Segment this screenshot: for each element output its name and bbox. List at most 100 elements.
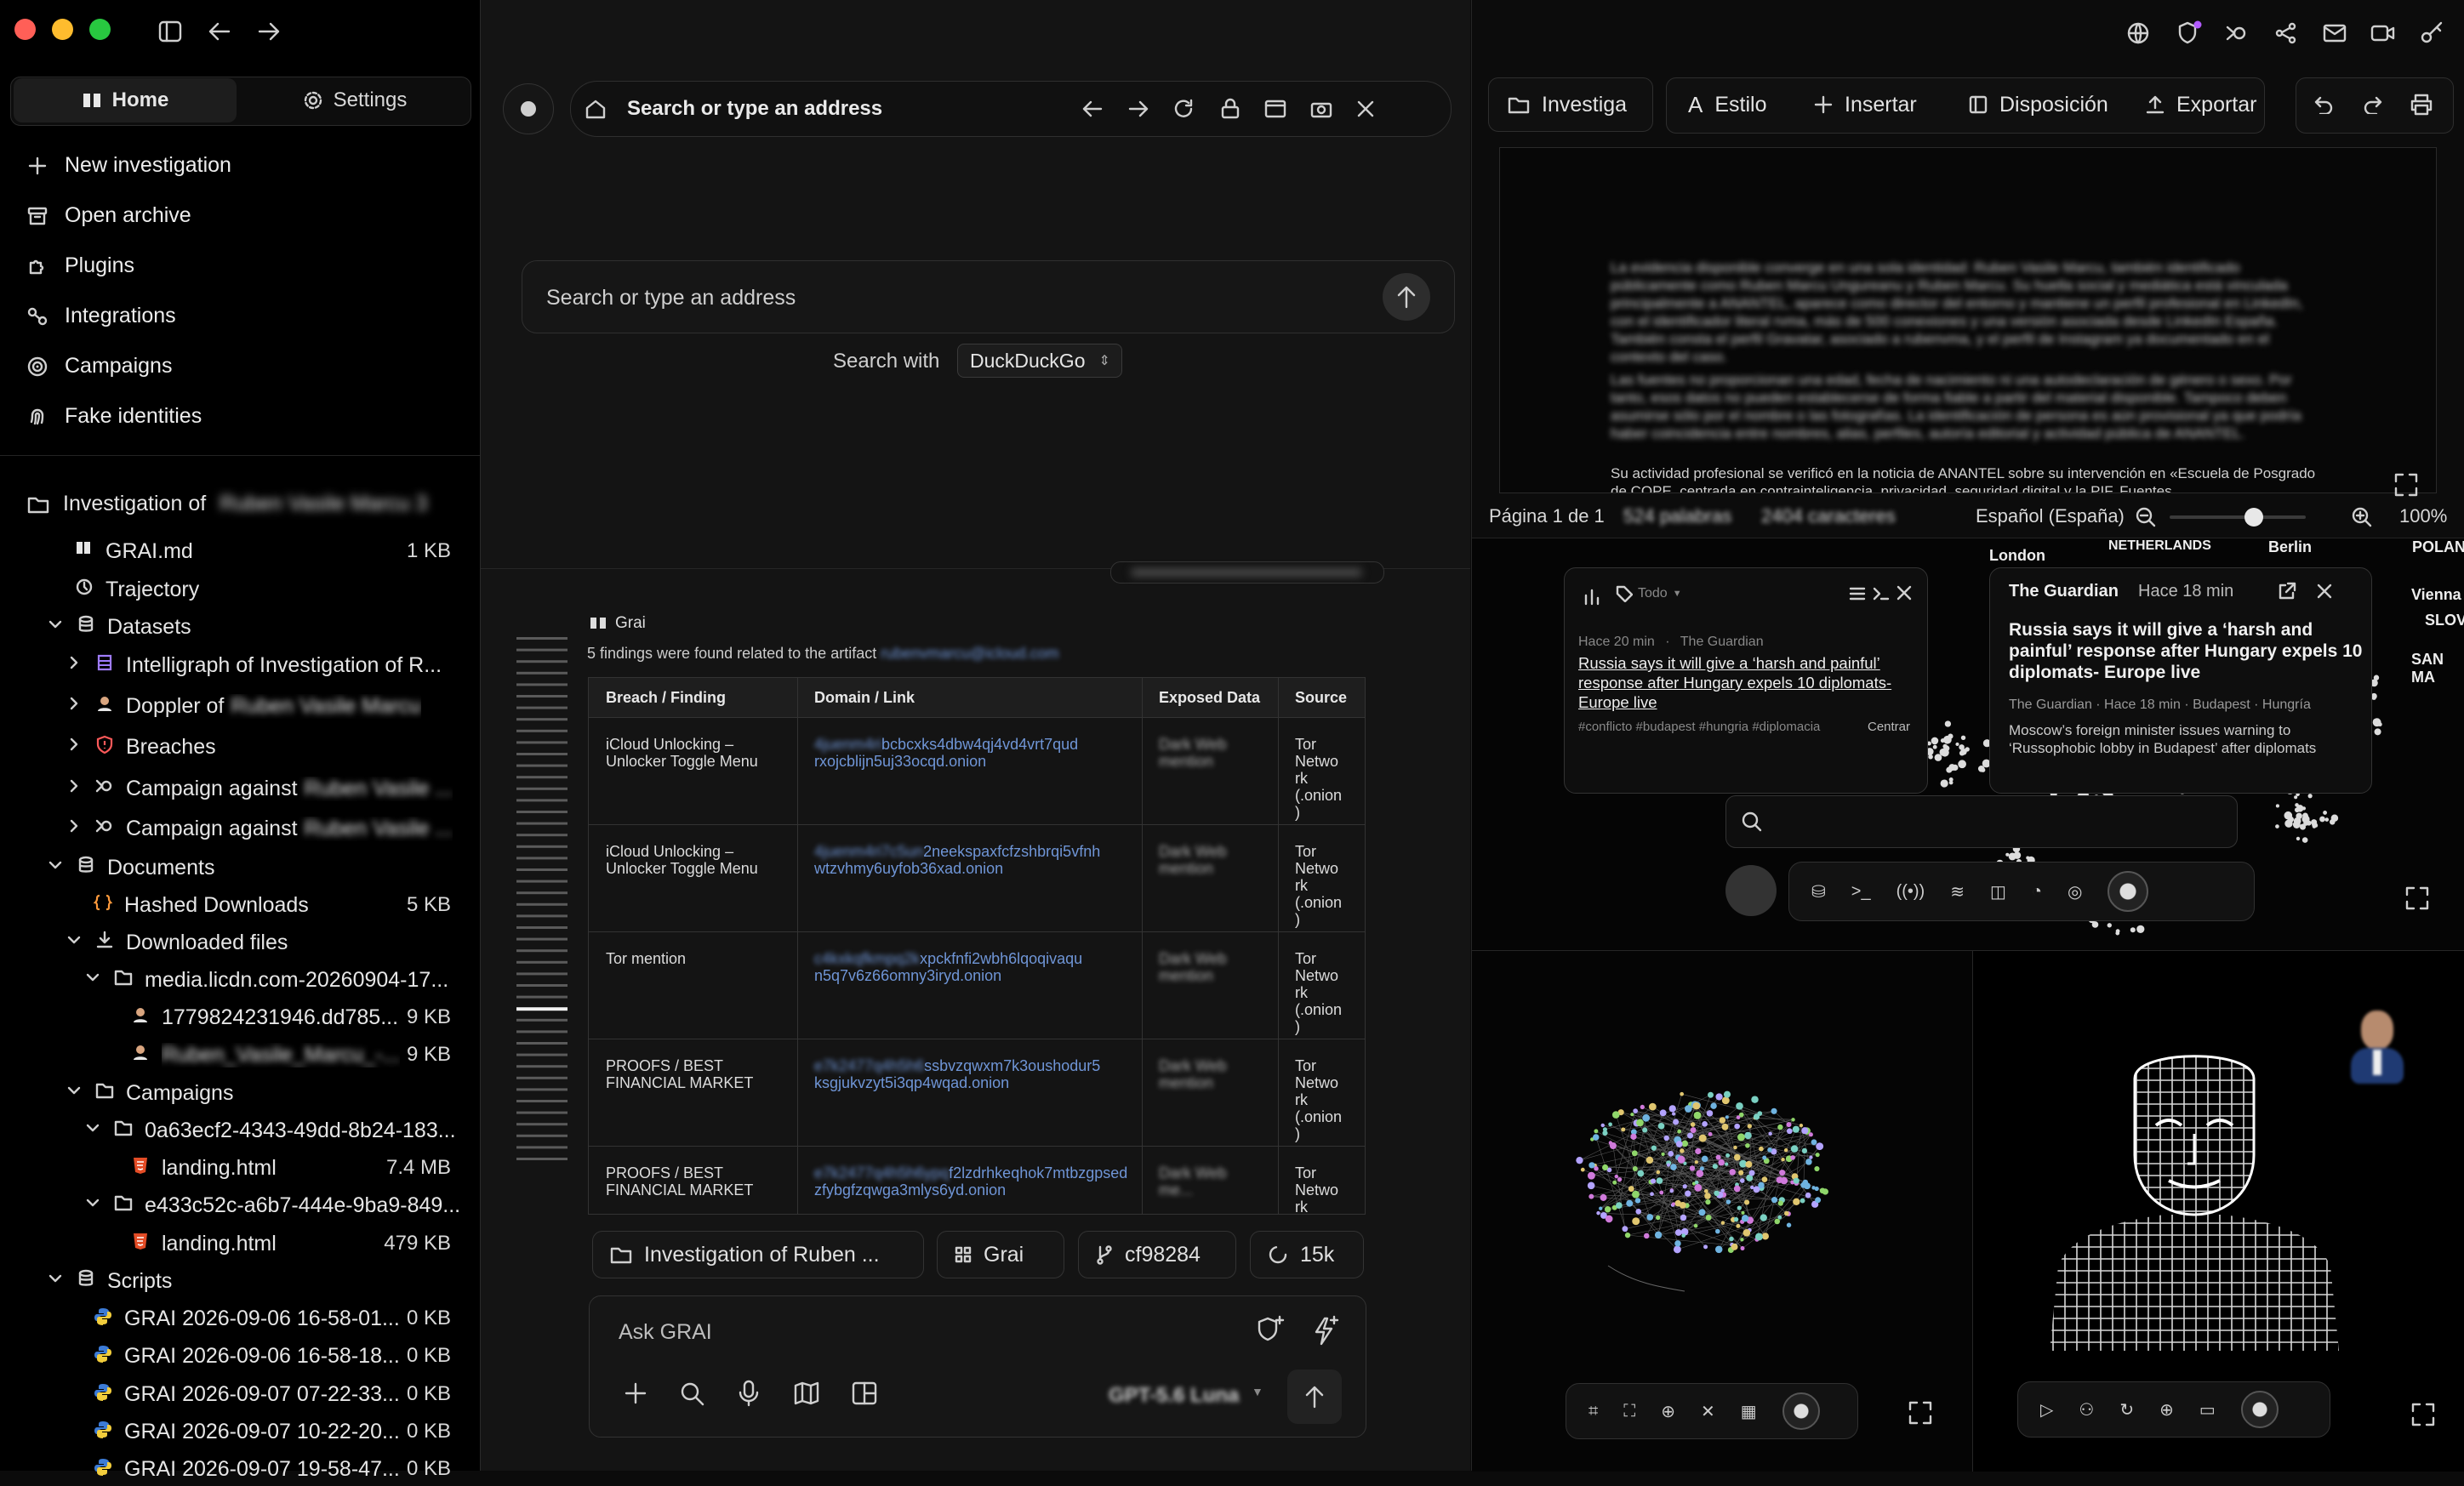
graph-node[interactable] — [1685, 1105, 1692, 1113]
graph-node[interactable] — [1757, 1111, 1762, 1116]
graph-node[interactable] — [1632, 1191, 1640, 1198]
graph-node[interactable] — [1705, 1199, 1710, 1204]
minimap-line[interactable] — [516, 834, 568, 836]
graph-node[interactable] — [1715, 1229, 1720, 1234]
news-map-panel[interactable]: London NETHERLANDS Berlin POLAND Vienna … — [1472, 538, 2464, 951]
minimap-line[interactable] — [516, 811, 568, 813]
expand-icon[interactable] — [2393, 472, 2419, 498]
graph-node[interactable] — [1670, 1164, 1677, 1170]
knowledge-graph[interactable] — [1557, 1079, 1855, 1300]
document-paragraph[interactable]: Su actividad profesional se verificó en … — [1611, 464, 2325, 493]
minimap-line[interactable] — [516, 1158, 568, 1160]
minimap-line[interactable] — [516, 1088, 568, 1090]
graph-node[interactable] — [1809, 1156, 1812, 1159]
chat-input[interactable]: Ask GRAI — [619, 1320, 712, 1345]
record-button[interactable] — [503, 83, 554, 134]
chip-grai[interactable]: Grai — [937, 1231, 1064, 1278]
minimap-line[interactable] — [516, 857, 568, 859]
graph-node[interactable] — [1658, 1123, 1665, 1130]
chart-icon[interactable] — [1583, 587, 1602, 606]
tree-item[interactable]: landing.html7.4 MB — [0, 1151, 480, 1185]
graph-node[interactable] — [1600, 1194, 1607, 1201]
terminal-icon[interactable]: >_ — [1851, 882, 1871, 902]
reload-icon[interactable] — [1172, 98, 1196, 120]
graph-node[interactable] — [1787, 1128, 1793, 1134]
spark-plus-icon[interactable] — [1308, 1313, 1342, 1347]
chat-minimap[interactable] — [515, 634, 569, 1178]
chevron-down-icon[interactable] — [48, 1271, 63, 1286]
graph-node[interactable] — [1704, 1189, 1708, 1193]
minimap-line[interactable] — [516, 1019, 568, 1022]
search-input[interactable]: Search or type an address — [546, 286, 796, 310]
graph-node[interactable] — [1814, 1166, 1819, 1171]
window-icon[interactable] — [1263, 99, 1287, 119]
graph-node[interactable] — [1628, 1186, 1634, 1192]
graph-node[interactable] — [1674, 1245, 1681, 1253]
tree-item[interactable]: Breaches — [0, 730, 480, 764]
graph-node[interactable] — [1635, 1198, 1640, 1203]
graph-node[interactable] — [1742, 1215, 1748, 1221]
minimap-line[interactable] — [516, 1054, 568, 1056]
graph-node[interactable] — [1771, 1197, 1777, 1203]
link-cell[interactable]: 4juenm4ri7c5un2neekspaxfcfzshbrqi5vfnhwt… — [814, 843, 1128, 877]
key-icon[interactable] — [2420, 20, 2444, 44]
tab-settings[interactable]: Settings — [243, 78, 466, 122]
graph-node[interactable] — [1694, 1184, 1702, 1192]
sidebar-toggle-icon[interactable] — [158, 20, 182, 43]
close-icon[interactable] — [2317, 584, 2332, 599]
graph-node[interactable] — [1803, 1180, 1808, 1185]
back-arrow-icon[interactable] — [208, 20, 231, 43]
chevron-down-icon[interactable] — [85, 970, 100, 985]
undo-icon[interactable] — [2313, 95, 2334, 114]
tree-item[interactable]: GRAI 2026-09-07 10-22-20...0 KB — [0, 1415, 480, 1449]
graph-node[interactable] — [1737, 1115, 1741, 1119]
minimap-line[interactable] — [516, 996, 568, 999]
minimap-line[interactable] — [516, 961, 568, 964]
graph-node[interactable] — [1706, 1215, 1712, 1221]
minimap-line[interactable] — [516, 1112, 568, 1114]
graph-node[interactable] — [1672, 1112, 1675, 1115]
tree-item[interactable]: 1779824231946.dd785...9 KB — [0, 1000, 480, 1034]
minimap-line[interactable] — [516, 695, 568, 697]
map-icon[interactable]: ⌗ — [1588, 1402, 1598, 1421]
tree-item[interactable]: Trajectory — [0, 572, 480, 606]
graph-node[interactable] — [1791, 1145, 1799, 1153]
minimap-line[interactable] — [516, 1065, 568, 1068]
graph-node[interactable] — [1650, 1192, 1654, 1196]
minimap-line[interactable] — [516, 799, 568, 801]
graph-node[interactable] — [1632, 1150, 1638, 1156]
minimap-line[interactable] — [516, 1077, 568, 1079]
graph-node[interactable] — [1588, 1172, 1595, 1180]
minimap-line[interactable] — [516, 880, 568, 883]
graph-node[interactable] — [1687, 1133, 1693, 1139]
graph-node[interactable] — [1691, 1122, 1696, 1127]
graph-node[interactable] — [1594, 1129, 1598, 1133]
tree-item[interactable]: Campaign againstRuben Vasile ... — [0, 811, 480, 845]
graph-node[interactable] — [1594, 1166, 1598, 1170]
graph-node[interactable] — [1581, 1168, 1585, 1172]
intelligraph-panel[interactable]: ⌗ ⛶ ⊕ ✕ ▦ — [1472, 950, 1973, 1472]
graph-node[interactable] — [1680, 1215, 1686, 1221]
graph-node[interactable] — [1635, 1209, 1641, 1215]
chat-input-box[interactable]: Ask GRAI GPT-5.6 Luna ▼ — [589, 1295, 1366, 1438]
graph-node[interactable] — [1751, 1096, 1758, 1102]
camera-icon[interactable] — [1309, 99, 1333, 119]
chevron-down-icon[interactable] — [48, 617, 63, 632]
search-box[interactable]: Search or type an address — [522, 260, 1455, 333]
graph-node[interactable] — [1642, 1114, 1650, 1122]
graph-node[interactable] — [1726, 1199, 1731, 1204]
record-button[interactable] — [1782, 1392, 1820, 1430]
graph-node[interactable] — [1720, 1117, 1725, 1123]
graph-node[interactable] — [1636, 1119, 1644, 1127]
minimap-line[interactable] — [516, 1007, 568, 1011]
minimize-window-button[interactable] — [52, 19, 73, 40]
graph-node[interactable] — [1667, 1163, 1670, 1166]
terminal-icon[interactable] — [1873, 585, 1890, 602]
graph-node[interactable] — [1702, 1156, 1708, 1163]
graph-node[interactable] — [1593, 1134, 1600, 1141]
graph-node[interactable] — [1691, 1127, 1697, 1133]
language-selector[interactable]: Español (España) — [1976, 505, 2125, 527]
graph-node[interactable] — [1816, 1153, 1820, 1157]
graph-node[interactable] — [1602, 1130, 1607, 1136]
graph-node[interactable] — [1715, 1246, 1723, 1254]
